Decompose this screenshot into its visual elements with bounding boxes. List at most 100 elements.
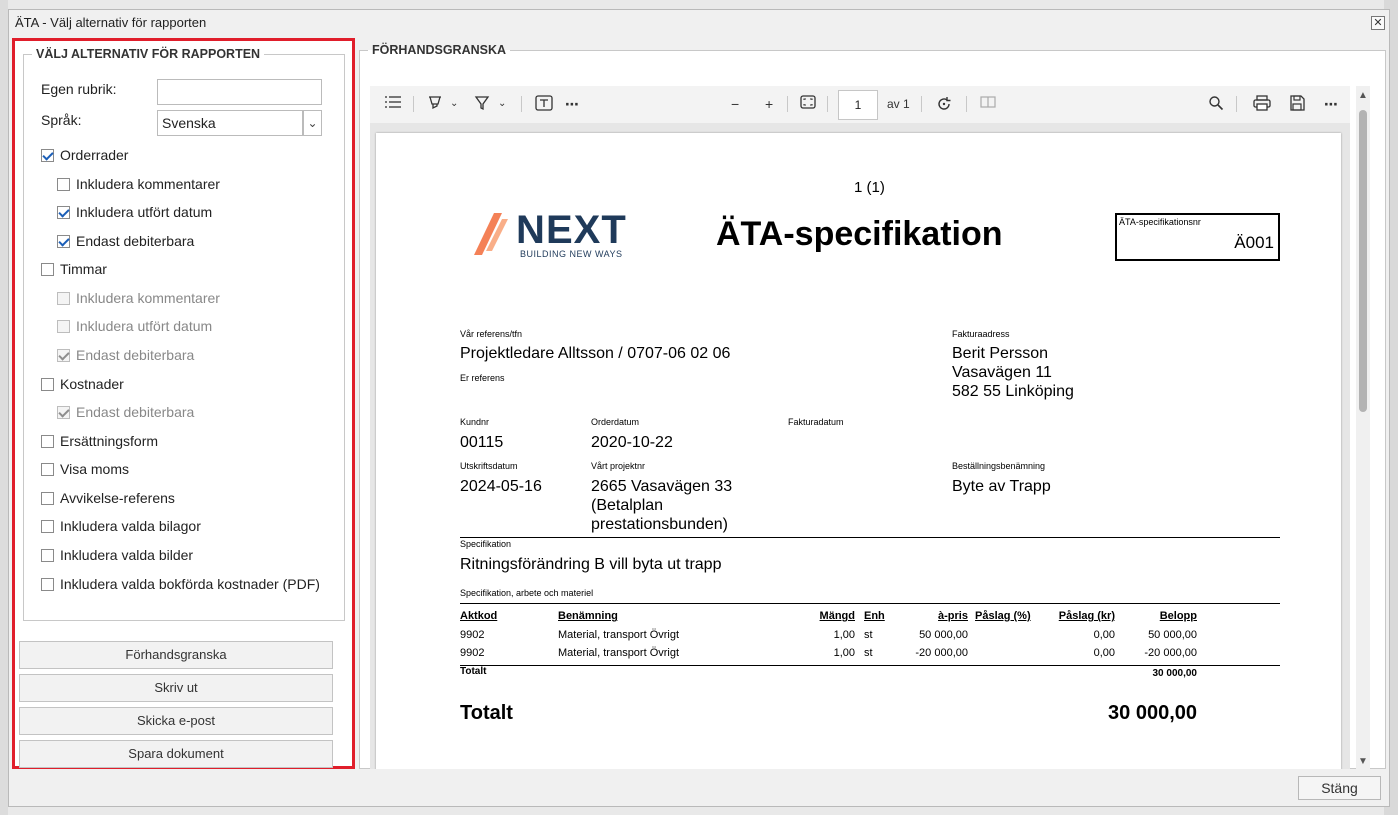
custom-heading-label: Egen rubrik:	[41, 81, 117, 97]
page-indicator: 1 (1)	[854, 179, 885, 196]
print-button[interactable]: Skriv ut	[19, 674, 333, 702]
save-icon[interactable]	[1289, 95, 1305, 115]
table-cell: -20 000,00	[915, 647, 968, 659]
zoom-in-icon[interactable]: +	[765, 95, 773, 113]
table-cell: 0,00	[1093, 647, 1115, 659]
two-page-icon[interactable]	[980, 95, 996, 113]
language-select[interactable]: Svenska	[157, 110, 303, 136]
checkbox[interactable]	[41, 577, 54, 591]
custom-heading-input[interactable]	[157, 79, 322, 105]
checkbox[interactable]	[41, 262, 54, 276]
highlight-icon[interactable]	[427, 95, 443, 115]
checkbox-row[interactable]: Inkludera valda bokförda kostnader (PDF)	[41, 576, 320, 592]
fit-page-icon[interactable]	[800, 95, 816, 113]
svg-text:N: N	[516, 208, 545, 252]
checkbox-row[interactable]: Ersättningsform	[41, 433, 158, 449]
checkbox[interactable]	[41, 148, 54, 162]
outline-icon[interactable]	[384, 95, 402, 113]
more-tools-icon[interactable]: ⋯	[565, 95, 580, 113]
toolbar-separator	[827, 96, 828, 112]
document-title: ÄTA-specifikation	[716, 215, 1003, 253]
table-cell: Material, transport Övrigt	[558, 629, 680, 641]
checkbox[interactable]	[57, 177, 70, 191]
checkbox[interactable]	[41, 462, 54, 476]
scroll-up-icon[interactable]: ▲	[1358, 90, 1368, 101]
checkbox-label: Visa moms	[60, 461, 129, 477]
table-cell: 1,00	[833, 647, 855, 659]
checkbox[interactable]	[41, 491, 54, 505]
checkbox-row[interactable]: Timmar	[41, 261, 107, 277]
checkbox-label: Avvikelse-referens	[60, 490, 175, 506]
background-left	[0, 0, 8, 815]
checkbox-row[interactable]: Inkludera valda bilder	[41, 547, 193, 563]
invoice-address-line: Vasavägen 11	[952, 364, 1052, 381]
checkbox[interactable]	[41, 519, 54, 533]
checkbox-label: Inkludera kommentarer	[76, 290, 220, 306]
checkbox[interactable]	[41, 548, 54, 562]
checkbox-row[interactable]: Inkludera utfört datum	[57, 204, 212, 220]
customer-number-label: Kundnr	[460, 417, 490, 427]
search-icon[interactable]	[1208, 95, 1224, 115]
zoom-out-icon[interactable]: −	[731, 95, 739, 113]
save-document-button[interactable]: Spara dokument	[19, 740, 333, 768]
close-icon[interactable]: ✕	[1371, 16, 1385, 30]
rotate-icon[interactable]	[935, 95, 953, 117]
subtotal-value: 30 000,00	[1152, 668, 1198, 679]
toolbar-separator	[413, 96, 414, 112]
spec-number-value: Ä001	[1234, 233, 1274, 252]
checkbox-label: Inkludera valda bilder	[60, 547, 194, 563]
order-name-value: Byte av Trapp	[952, 478, 1051, 495]
customer-number-value: 00115	[460, 434, 504, 451]
checkbox	[57, 291, 70, 305]
draw-icon[interactable]	[474, 95, 490, 115]
table-cell: -20 000,00	[1144, 647, 1197, 659]
checkbox[interactable]	[41, 377, 54, 391]
pdf-scrollbar[interactable]: ▲ ▼	[1356, 86, 1370, 769]
table-cell: st	[864, 629, 873, 641]
checkbox	[57, 405, 70, 419]
scroll-down-icon[interactable]: ▼	[1358, 756, 1368, 767]
toolbar-separator	[966, 96, 967, 112]
checkbox-row[interactable]: Avvikelse-referens	[41, 490, 175, 506]
checkbox[interactable]	[41, 434, 54, 448]
checkbox-row[interactable]: Inkludera valda bilagor	[41, 518, 201, 534]
checkbox[interactable]	[57, 205, 70, 219]
table-header: à-pris	[938, 610, 968, 622]
total-label: Totalt	[460, 702, 513, 724]
checkbox-row[interactable]: Orderrader	[41, 147, 128, 163]
chevron-down-icon[interactable]: ⌄	[498, 95, 506, 113]
settings-more-icon[interactable]: ⋯	[1324, 95, 1338, 113]
checkbox-row[interactable]: Endast debiterbara	[57, 233, 194, 249]
scrollbar-thumb[interactable]	[1359, 110, 1367, 412]
table-cell: Material, transport Övrigt	[558, 647, 680, 659]
chevron-down-icon[interactable]: ⌄	[450, 95, 458, 113]
checkbox-row[interactable]: Visa moms	[41, 461, 129, 477]
spec-number-box: ÄTA-specifikationsnr Ä001	[1115, 213, 1280, 261]
checkbox-row[interactable]: Kostnader	[41, 376, 124, 392]
checkbox	[57, 348, 70, 362]
checkbox-label: Orderrader	[60, 147, 129, 163]
text-box-icon[interactable]	[535, 95, 553, 115]
checkbox[interactable]	[57, 234, 70, 248]
checkbox-label: Kostnader	[60, 376, 124, 392]
close-button[interactable]: Stäng	[1298, 776, 1381, 800]
table-cell: 50 000,00	[1148, 629, 1197, 641]
report-dialog: ÄTA - Välj alternativ för rapporten ✕ VÄ…	[8, 9, 1390, 807]
preview-legend: FÖRHANDSGRANSKA	[372, 43, 507, 57]
checkbox-label: Inkludera utfört datum	[76, 318, 213, 334]
page-number-input[interactable]: 1	[838, 90, 878, 120]
spec-section-label: Specifikation, arbete och materiel	[460, 588, 594, 598]
checkbox-row: Inkludera utfört datum	[57, 318, 212, 334]
preview-button[interactable]: Förhandsgranska	[19, 641, 333, 669]
table-cell: 50 000,00	[919, 629, 968, 641]
chevron-down-icon[interactable]: ⌄	[303, 110, 322, 136]
table-header: Aktkod	[460, 610, 498, 622]
checkbox-row[interactable]: Inkludera kommentarer	[57, 176, 220, 192]
email-button[interactable]: Skicka e-post	[19, 707, 333, 735]
print-icon[interactable]	[1253, 95, 1271, 115]
pdf-viewport[interactable]: 1 (1) N EXT BUILDING NEW WAYS ÄTA-specif…	[370, 123, 1350, 769]
checkbox-label: Timmar	[60, 261, 107, 277]
table-cell: 1,00	[833, 629, 855, 641]
toolbar-separator	[1236, 96, 1237, 112]
spec-number-label: ÄTA-specifikationsnr	[1119, 217, 1201, 227]
